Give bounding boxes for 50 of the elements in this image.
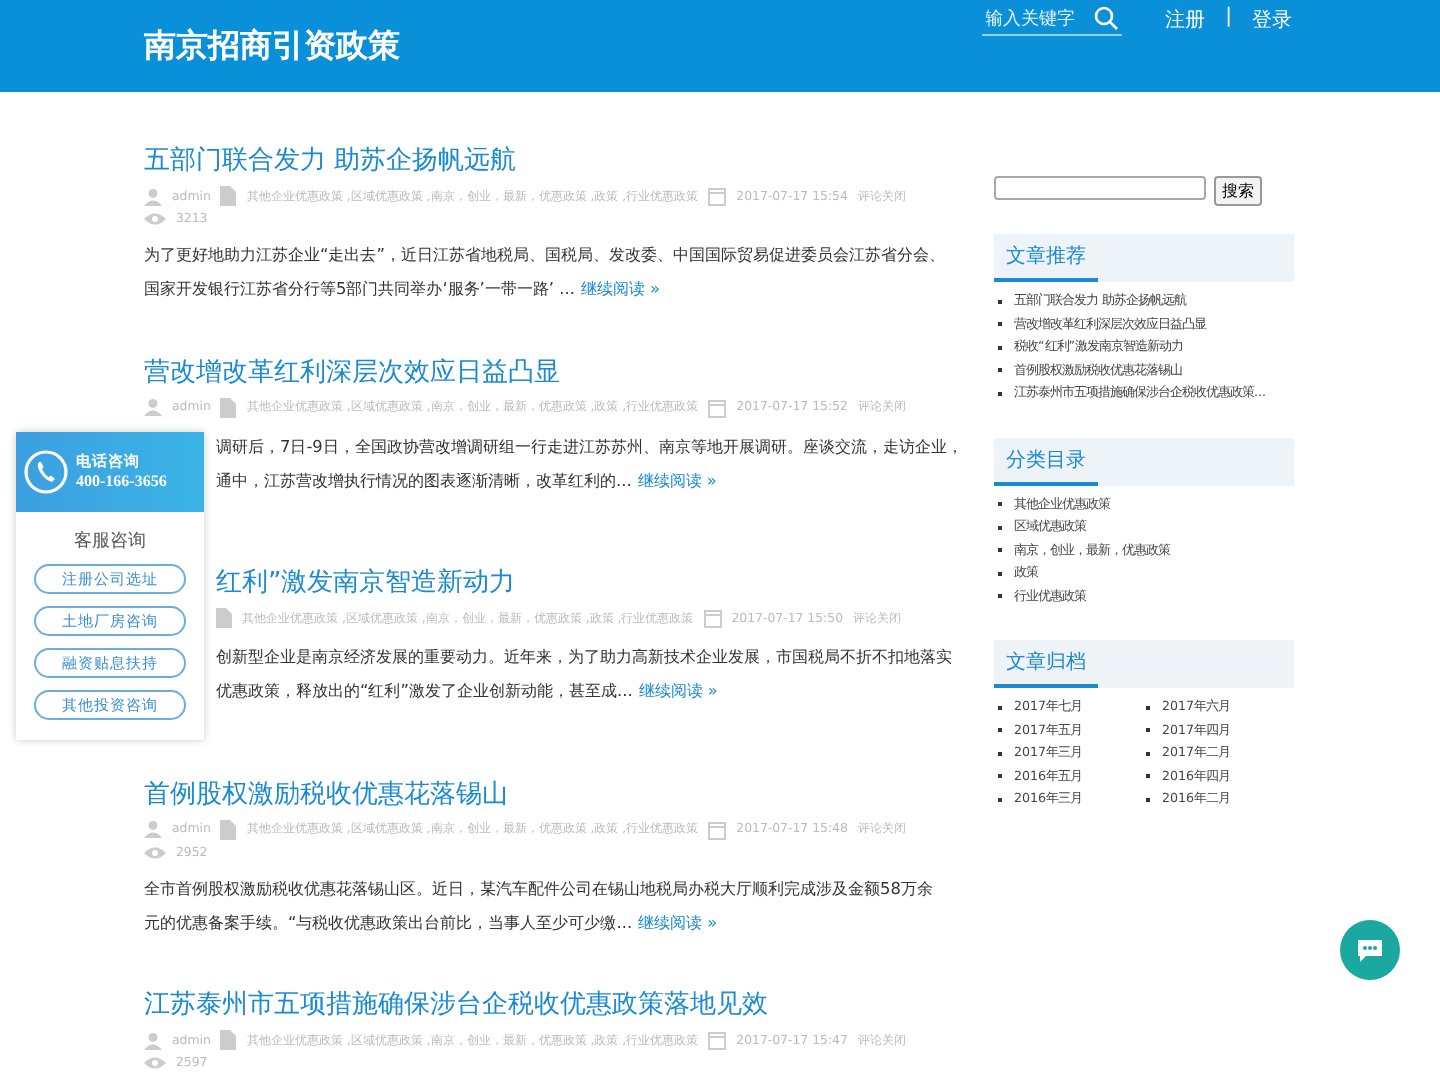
document-icon	[220, 819, 237, 839]
register-link[interactable]: 注册	[1165, 6, 1206, 34]
document-icon	[220, 186, 237, 206]
post-excerpt: 通中，江苏营改增执行情况的图表逐渐清晰，改革红利的...	[216, 469, 632, 489]
calendar-icon	[708, 397, 727, 417]
post-excerpt: 全市首例股权激励税收优惠花落锡山区。近日，某汽车配件公司在锡山地税局办税大厅顺利完成涉及金额58万余	[144, 877, 933, 897]
eye-icon	[144, 1056, 166, 1070]
post-excerpt: 为了更好地助力江苏企业“走出去”，近日江苏省地税局、国税局、发改委、中国国际贸易促进委员会江苏省分会、	[144, 244, 945, 264]
post-title[interactable]: 江苏泰州市五项措施确保涉台企税收优惠政策落地见效	[144, 986, 940, 1022]
user-icon	[144, 1031, 162, 1049]
read-more-link[interactable]: 继续阅读 »	[638, 680, 718, 700]
section-title: 文章归档	[994, 648, 1098, 688]
post-title[interactable]: 红利”激发南京智造新动力	[216, 564, 940, 600]
section-title: 文章推荐	[994, 242, 1098, 282]
login-link[interactable]: 登录	[1252, 6, 1292, 34]
post-excerpt: 调研后，7日-9日，全国政协营改增调研组一行走进江苏苏州、南京等地开展调研。座谈交流，走访企业，	[216, 435, 963, 455]
post-excerpt: 优惠政策，释放出的“红利”激发了企业创新动能，甚至成...	[216, 680, 633, 700]
phone-number: 400-166-3656	[76, 472, 167, 492]
post-title[interactable]: 五部门联合发力 助苏企扬帆远航	[144, 142, 940, 178]
eye-icon	[144, 212, 166, 226]
document-icon	[220, 397, 237, 417]
post-excerpt: 创新型企业是南京经济发展的重要动力。近年来，为了助力高新技术企业发展，市国税局不折不扣地落实	[216, 646, 952, 666]
search-field[interactable]: 输入关键字	[981, 6, 1122, 36]
calendar-icon	[708, 1030, 727, 1050]
read-more-link[interactable]: 继续阅读 »	[637, 469, 717, 489]
chat-icon	[1356, 937, 1384, 963]
search-button[interactable]: 搜索	[1214, 176, 1262, 206]
post-excerpt: 元的优惠备案手续。“与税收优惠政策出台前比，当事人至少可少缴...	[144, 911, 633, 931]
document-icon	[220, 1030, 237, 1050]
read-more-link[interactable]: 继续阅读 »	[580, 278, 661, 298]
search-icon[interactable]	[1093, 6, 1118, 30]
separator: |	[1225, 6, 1232, 28]
post-title[interactable]: 营改增改革红利深层次效应日益凸显	[144, 353, 940, 389]
search-field[interactable]	[994, 176, 1206, 200]
eye-icon	[144, 845, 166, 859]
section-title: 分类目录	[994, 445, 1098, 485]
document-icon	[216, 608, 232, 628]
site-title[interactable]: 南京招商引资政策	[144, 26, 400, 92]
read-more-link[interactable]: 继续阅读 »	[638, 911, 718, 931]
user-icon	[144, 187, 162, 205]
calendar-icon	[703, 608, 722, 628]
user-icon	[144, 820, 162, 838]
chat-button[interactable]	[1340, 920, 1400, 980]
widget-heading: 客服咨询	[74, 529, 146, 554]
calendar-icon	[708, 819, 727, 839]
phone-icon	[24, 450, 68, 494]
post-excerpt: 国家开发银行江苏省分行等5部门共同举办‘服务’一带一路’ ...	[144, 278, 575, 298]
post-title[interactable]: 首例股权激励税收优惠花落锡山	[144, 775, 940, 811]
calendar-icon	[708, 186, 727, 206]
user-icon	[144, 398, 162, 416]
